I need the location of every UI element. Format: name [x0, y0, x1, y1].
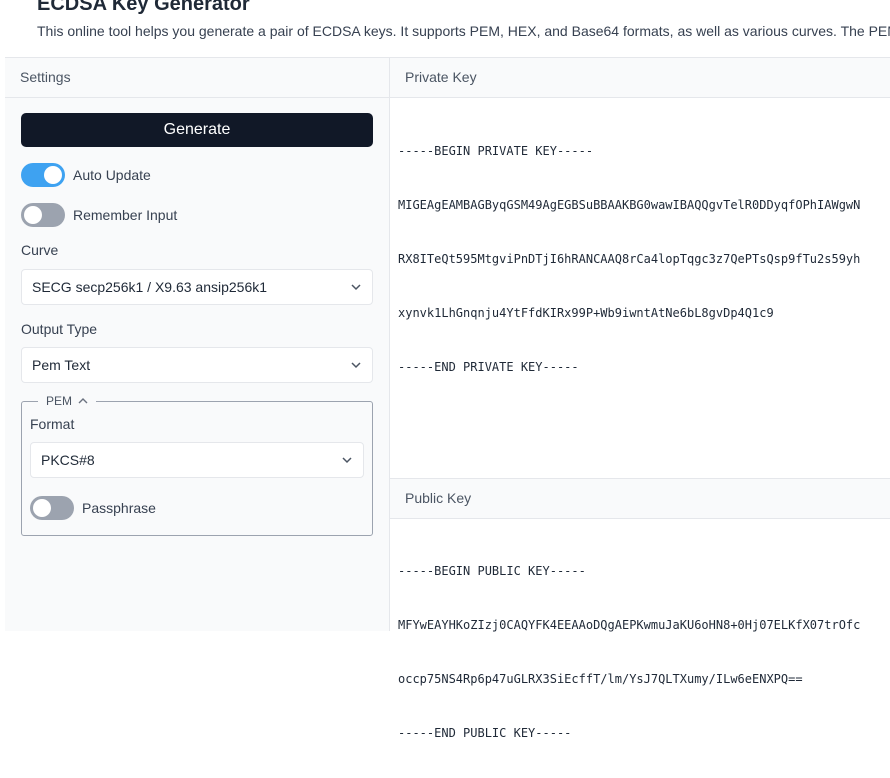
output-type-label: Output Type	[21, 321, 98, 337]
curve-select[interactable]: SECG secp256k1 / X9.63 ansip256k1	[21, 269, 373, 305]
key-line: occp75NS4Rp6p47uGLRX3SiEcffT/lm/YsJ7QLTX…	[398, 672, 803, 686]
auto-update-row: Auto Update	[21, 163, 151, 187]
pem-options-group: PEM Format PKCS#8 Passphrase	[21, 392, 373, 536]
key-line: xynvk1LhGnqnju4YtFfdKIRx99P+Wb9iwntAtNe6…	[398, 306, 774, 320]
page-header: ECDSA Key Generator This online tool hel…	[5, 0, 890, 57]
page-description: This online tool helps you generate a pa…	[37, 23, 890, 39]
auto-update-label: Auto Update	[73, 167, 151, 183]
remember-input-toggle[interactable]	[21, 203, 65, 227]
remember-input-row: Remember Input	[21, 203, 177, 227]
pem-format-selected-value: PKCS#8	[41, 452, 95, 468]
chevron-up-icon[interactable]	[78, 397, 88, 405]
chevron-down-icon	[351, 362, 361, 369]
key-line: -----BEGIN PRIVATE KEY-----	[398, 144, 594, 158]
settings-panel: Settings Generate Auto Update Remember I…	[5, 58, 390, 631]
key-line: -----BEGIN PUBLIC KEY-----	[398, 564, 586, 578]
output-panel: Private Key -----BEGIN PRIVATE KEY----- …	[390, 58, 890, 740]
passphrase-toggle[interactable]	[30, 496, 74, 520]
toggle-knob	[24, 206, 42, 224]
generate-button[interactable]: Generate	[21, 113, 373, 147]
pem-legend[interactable]: PEM	[38, 392, 97, 410]
public-key-output[interactable]: -----BEGIN PUBLIC KEY----- MFYwEAYHKoZIz…	[390, 526, 890, 778]
public-key-header: Public Key	[390, 478, 890, 519]
pem-legend-label: PEM	[46, 394, 73, 408]
chevron-down-icon	[342, 457, 352, 464]
pem-format-select[interactable]: PKCS#8	[30, 442, 364, 478]
key-line: -----END PUBLIC KEY-----	[398, 726, 572, 740]
tool-frame: Settings Generate Auto Update Remember I…	[5, 57, 890, 740]
passphrase-label: Passphrase	[82, 500, 156, 516]
page-title: ECDSA Key Generator	[37, 0, 250, 15]
key-line: -----END PRIVATE KEY-----	[398, 360, 579, 374]
private-key-output[interactable]: -----BEGIN PRIVATE KEY----- MIGEAgEAMBAG…	[390, 106, 890, 412]
key-line: MFYwEAYHKoZIzj0CAQYFK4EEAAoDQgAEPKwmuJaK…	[398, 618, 861, 632]
key-line: RX8ITeQt595MtgviPnDTjI6hRANCAAQ8rCa4lopT…	[398, 252, 861, 266]
auto-update-toggle[interactable]	[21, 163, 65, 187]
output-type-select[interactable]: Pem Text	[21, 347, 373, 383]
settings-header: Settings	[5, 58, 389, 98]
curve-label: Curve	[21, 242, 59, 258]
output-type-selected-value: Pem Text	[32, 357, 91, 373]
pem-format-label: Format	[30, 416, 75, 432]
key-line: MIGEAgEAMBAGByqGSM49AgEGBSuBBAAKBG0wawIB…	[398, 198, 861, 212]
private-key-header: Private Key	[390, 58, 890, 98]
toggle-knob	[44, 166, 62, 184]
chevron-down-icon	[351, 284, 361, 291]
toggle-knob	[33, 499, 51, 517]
curve-selected-value: SECG secp256k1 / X9.63 ansip256k1	[32, 279, 268, 295]
remember-input-label: Remember Input	[73, 207, 178, 223]
passphrase-row: Passphrase	[30, 496, 156, 520]
